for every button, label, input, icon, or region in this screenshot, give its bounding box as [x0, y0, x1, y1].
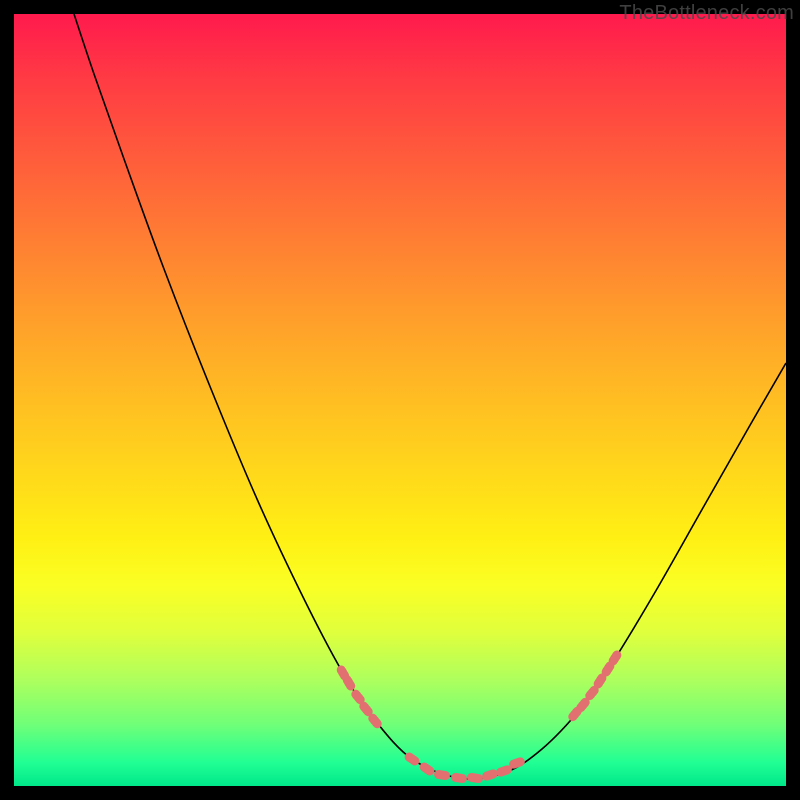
data-marker: [433, 769, 450, 780]
data-marker: [418, 761, 436, 778]
plot-frame: [14, 14, 786, 786]
data-marker: [450, 772, 467, 783]
marker-group: [335, 649, 623, 784]
plot-svg: [14, 14, 786, 786]
bottleneck-curve: [74, 14, 786, 779]
data-marker: [466, 772, 483, 783]
data-marker: [481, 768, 499, 782]
